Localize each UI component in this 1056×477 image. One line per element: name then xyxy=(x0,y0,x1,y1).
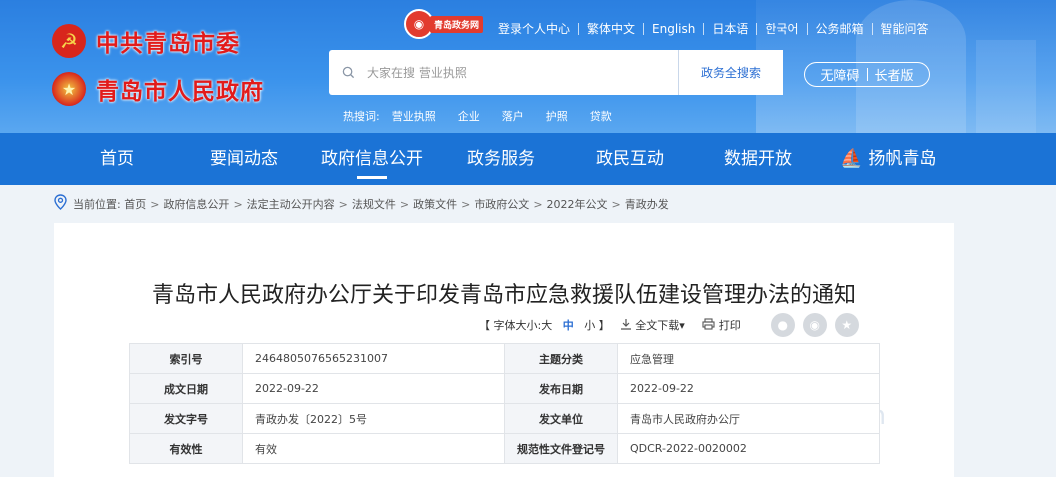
nav-item-sail-qingdao[interactable]: ⛵ 扬帆青岛 xyxy=(840,133,936,185)
brand-party-text: 中共青岛市委 xyxy=(96,30,240,57)
breadcrumb-separator: > xyxy=(611,197,621,211)
print-icon xyxy=(702,317,715,333)
caret-down-icon: ▾ xyxy=(679,319,685,332)
brand-gov-link[interactable]: ★ 青岛市人民政府 xyxy=(52,72,264,106)
font-size-small[interactable]: 小 】 xyxy=(584,317,610,333)
meta-value: QDCR-2022-0020002 xyxy=(617,433,880,464)
portal-logo-text: 青岛政务网 xyxy=(430,15,484,33)
document-tools: 【 字体大小: 大 中 小 】 全文下载▾ 打印 ● ◉ ★ xyxy=(479,313,859,337)
breadcrumb-item[interactable]: 法定主动公开内容 xyxy=(247,196,335,212)
wechat-icon[interactable]: ● xyxy=(770,313,795,337)
hot-search-label: 热搜词: xyxy=(343,110,380,123)
table-row: 索引号 2464805076565231007 主题分类 应急管理 xyxy=(129,343,880,374)
meta-key: 发文字号 xyxy=(129,403,243,434)
party-emblem-icon: ☭ xyxy=(52,24,86,58)
nav-item-home[interactable]: 首页 xyxy=(100,133,134,185)
meta-value: 青政办发〔2022〕5号 xyxy=(242,403,505,434)
breadcrumb-label: 当前位置: xyxy=(73,198,121,211)
breadcrumb-item[interactable]: 政府信息公开 xyxy=(163,196,229,212)
main-nav: 首页 要闻动态 政府信息公开 政务服务 政民互动 数据开放 ⛵ 扬帆青岛 xyxy=(0,133,1056,185)
favorite-icon[interactable]: ★ xyxy=(834,313,859,337)
table-row: 成文日期 2022-09-22 发布日期 2022-09-22 xyxy=(129,373,880,404)
meta-key: 索引号 xyxy=(129,343,243,374)
search-icon xyxy=(329,50,367,95)
meta-key: 发布日期 xyxy=(504,373,618,404)
font-size-medium[interactable]: 中 xyxy=(563,317,574,333)
site-header: ☭ 中共青岛市委 ★ 青岛市人民政府 ◉ 青岛政务网 登录个人中心 繁体中文 E… xyxy=(0,0,1056,133)
link-korean[interactable]: 한국어 xyxy=(757,20,806,37)
link-smart-qa[interactable]: 智能问答 xyxy=(873,20,937,37)
document-title: 青岛市人民政府办公厅关于印发青岛市应急救援队伍建设管理办法的通知 xyxy=(151,283,856,308)
search-box: 政务全搜索 xyxy=(329,50,783,95)
document-meta-table: 索引号 2464805076565231007 主题分类 应急管理 成文日期 2… xyxy=(129,343,880,464)
breadcrumb-separator: > xyxy=(461,197,471,211)
portal-logo[interactable]: ◉ 青岛政务网 xyxy=(404,8,488,40)
download-icon xyxy=(620,318,632,333)
elderly-mode-button[interactable]: 长者版 xyxy=(868,65,921,84)
breadcrumb-item[interactable]: 首页 xyxy=(124,196,146,212)
meta-value: 2464805076565231007 xyxy=(242,343,505,374)
breadcrumb-item[interactable]: 政策文件 xyxy=(413,196,457,212)
download-label: 全文下载 xyxy=(635,319,680,332)
hot-word[interactable]: 护照 xyxy=(546,108,568,124)
meta-value: 2022-09-22 xyxy=(617,373,880,404)
top-links: 登录个人中心 繁体中文 English 日本语 한국어 公务邮箱 智能问答 xyxy=(490,20,937,37)
hot-word[interactable]: 营业执照 xyxy=(392,108,436,124)
brand-gov-text: 青岛市人民政府 xyxy=(96,78,264,105)
header-building-decoration xyxy=(976,40,1036,133)
accessibility-switch: 无障碍 长者版 xyxy=(804,62,930,87)
meta-key: 规范性文件登记号 xyxy=(504,433,618,464)
search-input[interactable] xyxy=(367,50,678,95)
nav-item-open-data[interactable]: 数据开放 xyxy=(724,133,792,185)
meta-value: 有效 xyxy=(242,433,505,464)
hot-search-words: 热搜词: 营业执照 企业 落户 护照 贷款 xyxy=(343,108,634,124)
link-official-mail[interactable]: 公务邮箱 xyxy=(808,20,872,37)
breadcrumb-item-current[interactable]: 青政办发 xyxy=(625,196,669,212)
table-row: 发文字号 青政办发〔2022〕5号 发文单位 青岛市人民政府办公厅 xyxy=(129,403,880,434)
national-emblem-icon: ★ xyxy=(52,72,86,106)
accessibility-button[interactable]: 无障碍 xyxy=(813,65,866,84)
link-login[interactable]: 登录个人中心 xyxy=(490,20,578,37)
brand-party-link[interactable]: ☭ 中共青岛市委 xyxy=(52,24,240,58)
breadcrumb-item[interactable]: 法规文件 xyxy=(352,196,396,212)
hot-word[interactable]: 贷款 xyxy=(590,108,612,124)
link-traditional-chinese[interactable]: 繁体中文 xyxy=(579,20,643,37)
weibo-icon[interactable]: ◉ xyxy=(802,313,827,337)
nav-item-interaction[interactable]: 政民互动 xyxy=(596,133,664,185)
breadcrumb-separator: > xyxy=(150,197,160,211)
meta-value: 青岛市人民政府办公厅 xyxy=(617,403,880,434)
search-button[interactable]: 政务全搜索 xyxy=(679,50,783,95)
link-japanese[interactable]: 日本语 xyxy=(704,20,756,37)
nav-item-news[interactable]: 要闻动态 xyxy=(210,133,278,185)
nav-item-gov-info[interactable]: 政府信息公开 xyxy=(321,133,423,185)
hot-word[interactable]: 落户 xyxy=(502,108,524,124)
breadcrumb-separator: > xyxy=(533,197,543,211)
print-button[interactable]: 打印 xyxy=(719,317,741,333)
sail-icon: ⛵ xyxy=(840,148,863,169)
meta-key: 有效性 xyxy=(129,433,243,464)
nav-item-services[interactable]: 政务服务 xyxy=(467,133,535,185)
meta-key: 成文日期 xyxy=(129,373,243,404)
font-size-large[interactable]: 大 xyxy=(541,317,552,333)
location-pin-icon xyxy=(54,194,67,214)
document-card: 信 qdxin 青岛市人民政府办公厅关于印发青岛市应急救援队伍建设管理办法的通知… xyxy=(54,223,954,477)
table-row: 有效性 有效 规范性文件登记号 QDCR-2022-0020002 xyxy=(129,433,880,464)
breadcrumb: 当前位置: 首页 > 政府信息公开 > 法定主动公开内容 > 法规文件 > 政策文件 > … xyxy=(54,194,669,214)
link-english[interactable]: English xyxy=(644,22,703,36)
meta-value: 应急管理 xyxy=(617,343,880,374)
meta-value: 2022-09-22 xyxy=(242,373,505,404)
breadcrumb-item[interactable]: 市政府公文 xyxy=(474,196,529,212)
breadcrumb-item[interactable]: 2022年公文 xyxy=(547,196,608,212)
breadcrumb-separator: > xyxy=(399,197,410,211)
meta-key: 主题分类 xyxy=(504,343,618,374)
hot-word[interactable]: 企业 xyxy=(458,108,480,124)
breadcrumb-separator: > xyxy=(338,197,348,211)
download-button[interactable]: 全文下载▾ xyxy=(635,317,685,333)
breadcrumb-separator: > xyxy=(233,197,243,211)
font-size-label: 【 字体大小: xyxy=(479,319,542,332)
nav-item-label: 扬帆青岛 xyxy=(868,149,937,169)
meta-key: 发文单位 xyxy=(504,403,618,434)
